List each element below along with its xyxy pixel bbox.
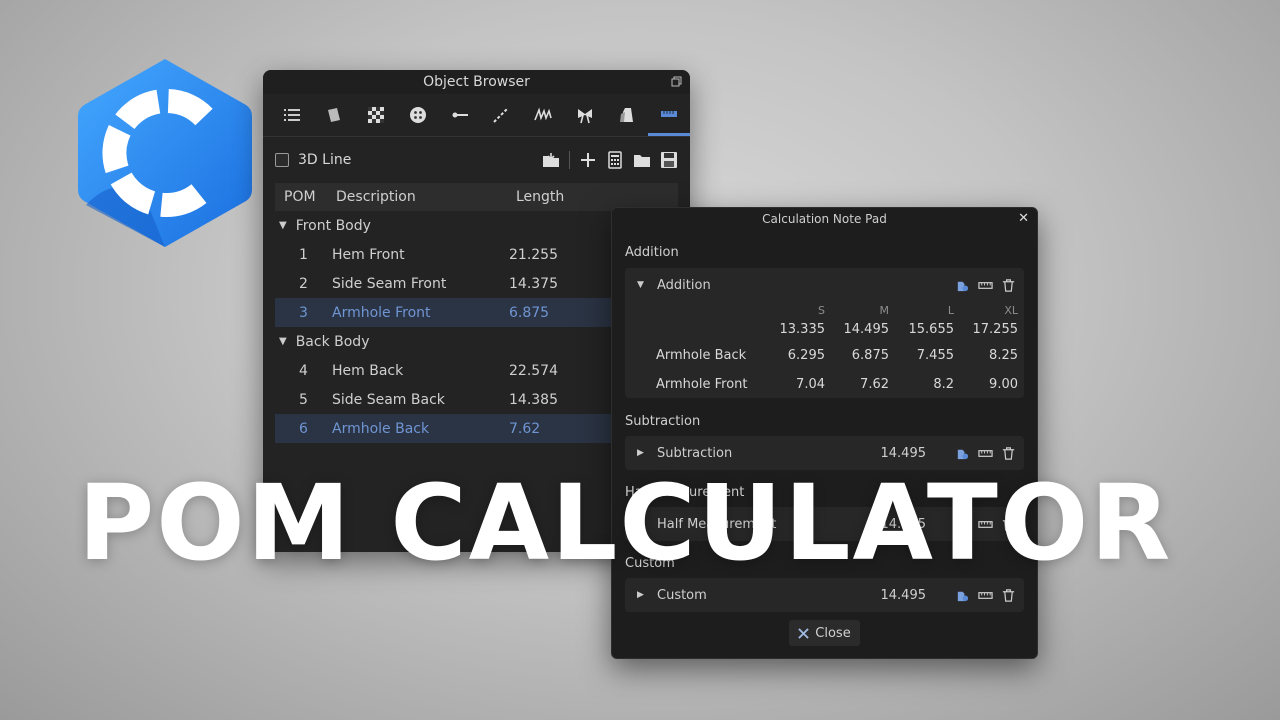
value-cell: 7.455 — [916, 348, 954, 363]
pom-description: Hem Back — [332, 362, 404, 379]
garment-icon[interactable] — [606, 94, 648, 136]
line-icon[interactable] — [439, 94, 481, 136]
close-button[interactable]: Close — [789, 620, 860, 646]
collapse-triangle-icon[interactable]: ▼ — [637, 280, 657, 290]
pom-number: 6 — [299, 420, 308, 437]
import-folder-icon[interactable] — [542, 151, 560, 169]
object-browser-title: Object Browser — [263, 70, 690, 94]
row-label: Armhole Back — [656, 348, 747, 363]
size-header-xl: XL — [1004, 304, 1018, 317]
ruler-icon[interactable] — [978, 278, 993, 293]
expand-triangle-icon[interactable]: ▼ — [279, 220, 287, 231]
bow-icon[interactable] — [564, 94, 606, 136]
calculate-icon[interactable] — [955, 588, 970, 603]
calculator-icon[interactable] — [606, 151, 624, 169]
pom-description: Hem Front — [332, 246, 405, 263]
expand-triangle-icon[interactable]: ▶ — [637, 448, 657, 458]
dashed-line-icon[interactable] — [481, 94, 523, 136]
calculate-icon[interactable] — [955, 278, 970, 293]
addition-panel-label: Addition — [657, 277, 711, 293]
pom-description: Side Seam Back — [332, 391, 445, 408]
list-icon[interactable] — [271, 94, 313, 136]
3d-line-checkbox[interactable] — [275, 153, 289, 167]
value-cell: 7.04 — [796, 377, 825, 392]
close-icon[interactable]: ✕ — [1018, 208, 1029, 230]
ruler-icon[interactable] — [978, 446, 993, 461]
size-header-m: M — [879, 304, 890, 317]
close-x-icon — [798, 627, 810, 639]
pom-number: 1 — [299, 246, 308, 263]
value-cell: 9.00 — [989, 377, 1018, 392]
total-l: 15.655 — [908, 322, 955, 337]
pom-description: Armhole Back — [332, 420, 430, 437]
value-cell: 6.875 — [851, 348, 889, 363]
expand-triangle-icon[interactable]: ▶ — [637, 590, 657, 600]
pom-number: 2 — [299, 275, 308, 292]
description-column-header[interactable]: Description — [336, 189, 516, 205]
total-xl: 17.255 — [972, 322, 1019, 337]
calculation-note-pad-window: Calculation Note Pad ✕ Addition ▼ Additi… — [611, 207, 1038, 659]
ruler-icon[interactable] — [978, 588, 993, 603]
group-label: Back Body — [295, 333, 370, 350]
addition-section-label: Addition — [625, 245, 679, 260]
trash-icon[interactable] — [1001, 588, 1016, 603]
pom-description: Armhole Front — [332, 304, 431, 321]
toolbar-divider — [569, 151, 570, 169]
value-cell: 8.25 — [989, 348, 1018, 363]
app-logo — [78, 59, 252, 247]
size-header-s: S — [818, 304, 825, 317]
fabric-icon[interactable] — [313, 94, 355, 136]
pom-length: 14.385 — [509, 391, 558, 408]
addition-panel: ▼ Addition S M L XL 13.335 14.495 15.655… — [625, 268, 1024, 398]
ruler-icon[interactable] — [648, 94, 690, 136]
subtraction-value: 14.495 — [880, 445, 927, 461]
value-cell: 7.62 — [860, 377, 889, 392]
trash-icon[interactable] — [1001, 278, 1016, 293]
object-browser-options-row: 3D Line — [263, 137, 690, 183]
open-folder-icon[interactable] — [633, 151, 651, 169]
pom-description: Side Seam Front — [332, 275, 447, 292]
overlay-title: POM CALCULATOR — [78, 462, 1173, 584]
button-icon[interactable] — [397, 94, 439, 136]
object-browser-title-text: Object Browser — [423, 74, 530, 90]
pom-number: 3 — [299, 304, 308, 321]
restore-window-icon[interactable] — [671, 76, 682, 87]
trash-icon[interactable] — [1001, 446, 1016, 461]
calc-pad-title-text: Calculation Note Pad — [762, 212, 887, 226]
addition-panel-header[interactable]: ▼ Addition — [625, 268, 1024, 302]
pom-length: 21.255 — [509, 246, 558, 263]
total-s: 13.335 — [779, 322, 826, 337]
size-header-l: L — [947, 304, 954, 317]
custom-panel-label: Custom — [657, 587, 707, 603]
pom-number: 4 — [299, 362, 308, 379]
pom-length: 7.62 — [509, 420, 541, 437]
stitch-icon[interactable] — [522, 94, 564, 136]
add-icon[interactable] — [579, 151, 597, 169]
row-label: Armhole Front — [656, 377, 748, 392]
length-column-header[interactable]: Length — [516, 189, 564, 205]
object-browser-toolbar — [263, 94, 690, 137]
pom-number: 5 — [299, 391, 308, 408]
pom-length: 22.574 — [509, 362, 558, 379]
value-cell: 6.295 — [787, 348, 825, 363]
calculate-icon[interactable] — [955, 446, 970, 461]
total-m: 14.495 — [843, 322, 890, 337]
calc-pad-title: Calculation Note Pad ✕ — [612, 208, 1037, 230]
close-button-label: Close — [815, 625, 851, 641]
value-cell: 8.2 — [933, 377, 954, 392]
save-icon[interactable] — [660, 151, 678, 169]
custom-value: 14.495 — [880, 587, 927, 603]
subtraction-section-label: Subtraction — [625, 414, 701, 429]
pom-length: 14.375 — [509, 275, 558, 292]
subtraction-panel-label: Subtraction — [657, 445, 733, 461]
3d-line-label: 3D Line — [298, 152, 352, 168]
expand-triangle-icon[interactable]: ▼ — [279, 336, 287, 347]
group-label: Front Body — [295, 217, 371, 234]
pom-length: 6.875 — [509, 304, 550, 321]
checker-icon[interactable] — [355, 94, 397, 136]
pom-column-header[interactable]: POM — [275, 189, 336, 205]
